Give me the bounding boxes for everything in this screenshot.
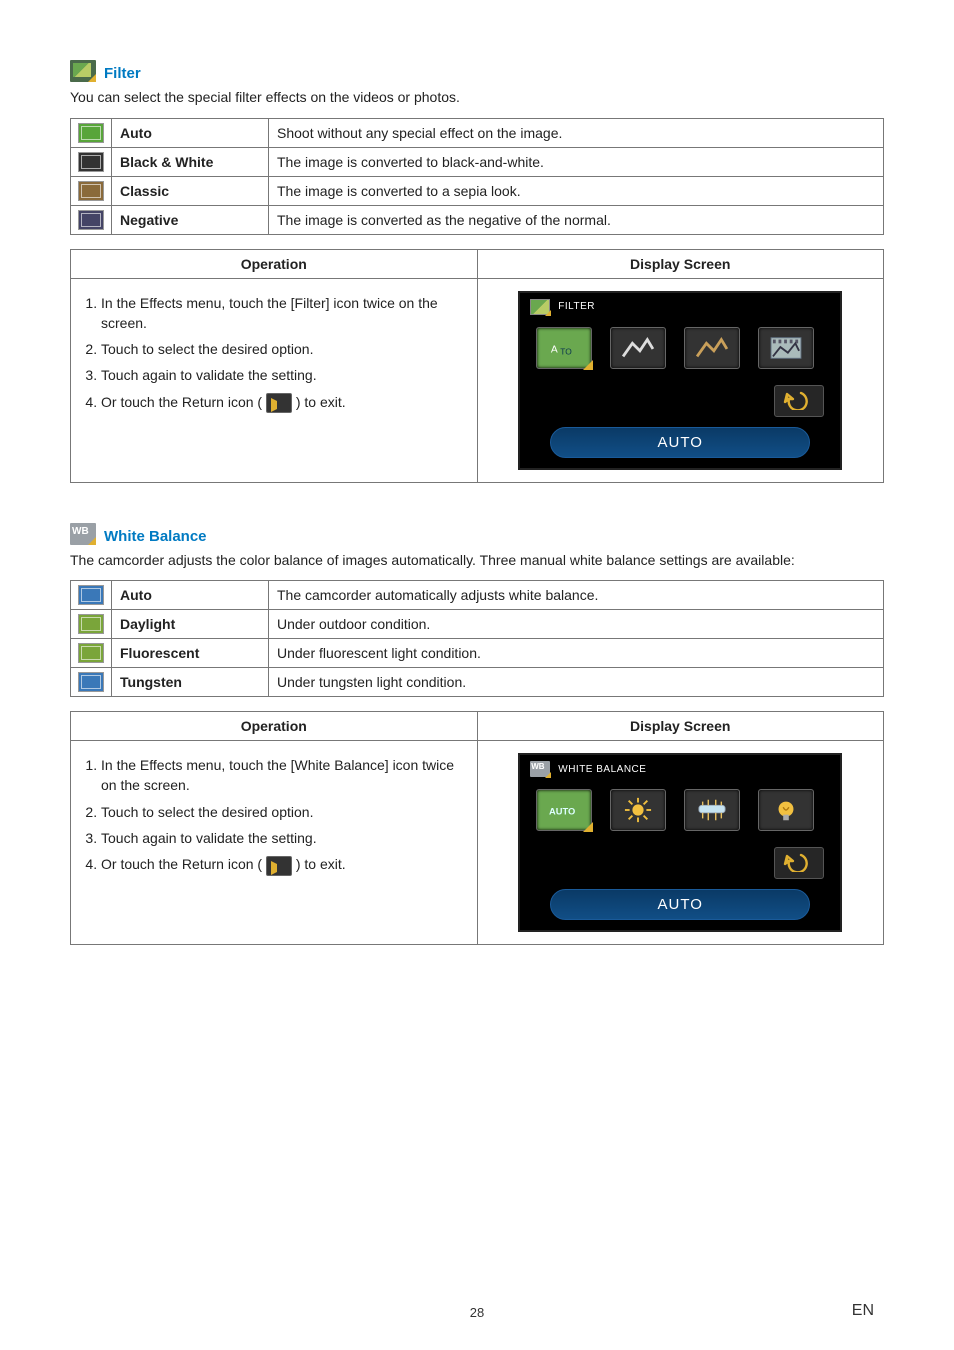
wb-intro-text: The camcorder adjusts the color balance … (70, 551, 884, 571)
filter-title: Filter (104, 65, 141, 82)
svg-text:A: A (551, 344, 558, 355)
filter-bw-icon (71, 147, 112, 176)
svg-text:TO: TO (561, 346, 573, 356)
display-screen-header: Display Screen (477, 712, 884, 741)
display-screen-header: Display Screen (477, 249, 884, 278)
wb-option-name: Daylight (112, 610, 269, 639)
filter-screen-title: FILTER (558, 301, 595, 312)
wb-selected-label: AUTO (550, 889, 810, 920)
wb-title: White Balance (104, 528, 207, 545)
filter-option-auto[interactable]: ATO (536, 327, 592, 369)
wb-option-desc: Under tungsten light condition. (269, 668, 884, 697)
filter-option-name: Black & White (112, 147, 269, 176)
wb-daylight-icon (71, 610, 112, 639)
table-row: NegativeThe image is converted as the ne… (71, 205, 884, 234)
wb-option-desc: Under fluorescent light condition. (269, 639, 884, 668)
wb-tungsten-icon (71, 668, 112, 697)
filter-option-negative[interactable] (758, 327, 814, 369)
filter-operation-table: Operation Display Screen In the Effects … (70, 249, 884, 483)
wb-option-desc: The camcorder automatically adjusts whit… (269, 581, 884, 610)
filter-option-desc: The image is converted to black-and-whit… (269, 147, 884, 176)
filter-option-name: Negative (112, 205, 269, 234)
wb-operation-table: Operation Display Screen In the Effects … (70, 711, 884, 945)
wb-display-cell: WHITE BALANCE AUTO (477, 741, 884, 945)
wb-option-name: Auto (112, 581, 269, 610)
wb-header-icon (70, 523, 96, 545)
wb-option-fluorescent[interactable] (684, 789, 740, 831)
table-row: AutoShoot without any special effect on … (71, 118, 884, 147)
filter-step: Touch again to validate the setting. (101, 365, 467, 385)
wb-step: In the Effects menu, touch the [White Ba… (101, 755, 467, 796)
table-row: TungstenUnder tungsten light condition. (71, 668, 884, 697)
filter-option-name: Auto (112, 118, 269, 147)
wb-step: Or touch the Return icon ( ) to exit. (101, 854, 467, 875)
filter-display-cell: FILTER ATO (477, 278, 884, 482)
filter-section-header: Filter (70, 60, 884, 82)
svg-text:AUTO: AUTO (549, 807, 575, 817)
table-row: AutoThe camcorder automatically adjusts … (71, 581, 884, 610)
wb-options-table: AutoThe camcorder automatically adjusts … (70, 580, 884, 697)
wb-option-name: Tungsten (112, 668, 269, 697)
return-button[interactable] (774, 385, 824, 417)
table-row: DaylightUnder outdoor condition. (71, 610, 884, 639)
wb-steps-cell: In the Effects menu, touch the [White Ba… (71, 741, 478, 945)
return-icon (266, 393, 292, 413)
filter-options-table: AutoShoot without any special effect on … (70, 118, 884, 235)
table-row: Black & WhiteThe image is converted to b… (71, 147, 884, 176)
return-button[interactable] (774, 847, 824, 879)
return-icon (266, 856, 292, 876)
filter-step: Or touch the Return icon ( ) to exit. (101, 392, 467, 413)
wb-option-daylight[interactable] (610, 789, 666, 831)
wb-display-screen: WHITE BALANCE AUTO (518, 753, 842, 932)
wb-option-auto[interactable]: AUTO (536, 789, 592, 831)
operation-header: Operation (71, 712, 478, 741)
filter-option-desc: Shoot without any special effect on the … (269, 118, 884, 147)
filter-intro-text: You can select the special filter effect… (70, 88, 884, 108)
filter-option-desc: The image is converted as the negative o… (269, 205, 884, 234)
wb-option-name: Fluorescent (112, 639, 269, 668)
operation-header: Operation (71, 249, 478, 278)
wb-option-tungsten[interactable] (758, 789, 814, 831)
filter-display-screen: FILTER ATO (518, 291, 842, 470)
wb-step: Touch to select the desired option. (101, 802, 467, 822)
wb-step: Touch again to validate the setting. (101, 828, 467, 848)
filter-negative-icon (71, 205, 112, 234)
filter-option-name: Classic (112, 176, 269, 205)
filter-classic-icon (71, 176, 112, 205)
filter-auto-icon (71, 118, 112, 147)
wb-fluorescent-icon (71, 639, 112, 668)
filter-header-icon (70, 60, 96, 82)
wb-screen-title: WHITE BALANCE (558, 764, 646, 775)
page-footer: 28 EN (0, 1305, 954, 1320)
filter-option-bw[interactable] (610, 327, 666, 369)
filter-step: Touch to select the desired option. (101, 339, 467, 359)
table-row: ClassicThe image is converted to a sepia… (71, 176, 884, 205)
page-language: EN (852, 1302, 874, 1320)
wb-screen-header-icon (530, 761, 550, 777)
wb-section-header: White Balance (70, 523, 884, 545)
filter-selected-label: AUTO (550, 427, 810, 458)
filter-screen-header-icon (530, 299, 550, 315)
filter-option-desc: The image is converted to a sepia look. (269, 176, 884, 205)
page-number: 28 (470, 1305, 484, 1320)
filter-step: In the Effects menu, touch the [Filter] … (101, 293, 467, 334)
wb-option-desc: Under outdoor condition. (269, 610, 884, 639)
filter-steps-cell: In the Effects menu, touch the [Filter] … (71, 278, 478, 482)
table-row: FluorescentUnder fluorescent light condi… (71, 639, 884, 668)
wb-auto-icon (71, 581, 112, 610)
filter-option-classic[interactable] (684, 327, 740, 369)
